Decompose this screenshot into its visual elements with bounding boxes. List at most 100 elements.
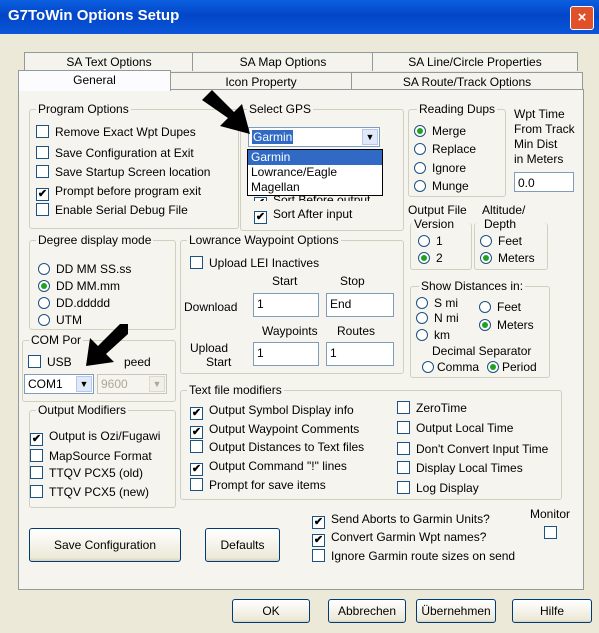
decimal-comma-radio[interactable]: Comma (422, 360, 479, 374)
defaults-button[interactable]: Defaults (205, 528, 280, 562)
save-config-at-exit-checkbox[interactable]: Save Configuration at Exit (36, 146, 194, 160)
display-local-times-checkbox[interactable]: Display Local Times (397, 461, 523, 475)
reading-dups-replace-radio[interactable]: Replace (414, 142, 476, 156)
degree-dd-radio[interactable]: DD.ddddd (38, 296, 110, 310)
mapsource-format-checkbox[interactable]: MapSource Format (30, 449, 152, 463)
ok-button[interactable]: OK (232, 599, 310, 623)
reading-dups-munge-radio[interactable]: Munge (414, 179, 469, 193)
upload-waypoints-input[interactable]: 1 (253, 342, 319, 366)
checkbox-label: Prompt before program exit (55, 184, 202, 198)
tab-sa-text-options[interactable]: SA Text Options (24, 52, 194, 71)
baud-rate-select[interactable]: 9600 ▼ (97, 374, 167, 394)
zerotime-checkbox[interactable]: ZeroTime (397, 401, 467, 415)
radio-icon (422, 361, 434, 373)
radio-icon (416, 297, 428, 309)
help-button[interactable]: Hilfe (512, 599, 592, 623)
distance-smi-radio[interactable]: S mi (416, 296, 458, 310)
altitude-feet-radio[interactable]: Feet (480, 234, 522, 248)
checkbox-label: Send Aborts to Garmin Units? (331, 512, 490, 526)
output-version-1-radio[interactable]: 1 (418, 234, 443, 248)
monitor-label: Monitor (530, 507, 571, 521)
radio-label: Feet (497, 300, 522, 314)
reading-dups-merge-radio[interactable]: Merge (414, 124, 466, 138)
gps-option-magellan[interactable]: Magellan (248, 180, 382, 195)
upload-lei-inactives-checkbox[interactable]: Upload LEI Inactives (190, 256, 319, 270)
prompt-for-save-items-checkbox[interactable]: Prompt for save items (190, 478, 326, 492)
checkbox-label: Output Waypoint Comments (209, 422, 360, 436)
radio-label: 2 (436, 251, 443, 265)
output-command-lines-checkbox[interactable]: ✔ Output Command "!" lines (190, 459, 347, 476)
enable-serial-debug-checkbox[interactable]: Enable Serial Debug File (36, 203, 188, 217)
download-start-input[interactable]: 1 (253, 293, 319, 317)
output-version-2-radio[interactable]: 2 (418, 251, 443, 265)
checkbox-label: Convert Garmin Wpt names? (331, 530, 487, 544)
tab-general[interactable]: General (18, 70, 171, 91)
distance-nmi-radio[interactable]: N mi (416, 311, 459, 325)
reading-dups-label: Reading Dups (417, 102, 498, 116)
save-configuration-button[interactable]: Save Configuration (29, 528, 181, 562)
close-icon[interactable]: × (570, 6, 594, 30)
gps-select[interactable]: Garmin ▼ (248, 127, 380, 147)
checkbox-label: Prompt for save items (209, 478, 326, 492)
degree-ddmmss-radio[interactable]: DD MM SS.ss (38, 262, 131, 276)
arrow-pointer-icon (86, 324, 128, 366)
upload-routes-input[interactable]: 1 (326, 342, 394, 366)
checkmark-icon: ✔ (312, 534, 325, 547)
degree-utm-radio[interactable]: UTM (38, 313, 82, 327)
download-stop-input[interactable]: End (326, 293, 394, 317)
checkbox-icon (30, 449, 43, 462)
radio-label: 1 (436, 234, 443, 248)
distance-meters-radio[interactable]: Meters (479, 318, 534, 332)
checkbox-icon (312, 549, 325, 562)
radio-icon (38, 297, 50, 309)
checkbox-icon (397, 461, 410, 474)
checkmark-icon: ✔ (30, 433, 43, 446)
degree-ddmm-radio[interactable]: DD MM.mm (38, 279, 120, 293)
ttqv-pcx5-old-checkbox[interactable]: TTQV PCX5 (old) (30, 466, 143, 480)
dont-convert-input-time-checkbox[interactable]: Don't Convert Input Time (397, 442, 548, 456)
checkbox-icon (36, 165, 49, 178)
sort-after-input-checkbox[interactable]: ✔ Sort After input (254, 207, 352, 224)
checkbox-icon (36, 125, 49, 138)
checkbox-icon (397, 481, 410, 494)
monitor-checkbox[interactable] (544, 526, 563, 540)
tab-sa-line-circle-properties[interactable]: SA Line/Circle Properties (372, 52, 578, 71)
prompt-before-exit-checkbox[interactable]: ✔ Prompt before program exit (36, 184, 201, 201)
save-startup-screen-location-checkbox[interactable]: Save Startup Screen location (36, 165, 210, 179)
output-symbol-display-checkbox[interactable]: ✔ Output Symbol Display info (190, 403, 354, 420)
radio-label: UTM (56, 313, 82, 327)
radio-label: N mi (434, 311, 459, 325)
remove-exact-wpt-dupes-checkbox[interactable]: Remove Exact Wpt Dupes (36, 125, 196, 139)
convert-garmin-wpt-names-checkbox[interactable]: ✔ Convert Garmin Wpt names? (312, 530, 486, 547)
send-aborts-garmin-checkbox[interactable]: ✔ Send Aborts to Garmin Units? (312, 512, 490, 529)
checkbox-icon (28, 355, 41, 368)
gps-option-lowrance[interactable]: Lowrance/Eagle (248, 165, 382, 180)
wpt-time-min-dist-input[interactable]: 0.0 (514, 172, 574, 192)
gps-option-garmin[interactable]: Garmin (248, 150, 382, 165)
output-distances-checkbox[interactable]: Output Distances to Text files (190, 440, 364, 454)
tab-sa-map-options[interactable]: SA Map Options (192, 52, 374, 71)
checkbox-icon (190, 440, 203, 453)
com-port-label: COM Por (29, 333, 84, 347)
output-ozi-fugawi-checkbox[interactable]: ✔ Output is Ozi/Fugawi (30, 429, 160, 446)
distance-feet-radio[interactable]: Feet (479, 300, 521, 314)
com-port-select[interactable]: COM1 ▼ (24, 374, 94, 394)
usb-checkbox[interactable]: USB (28, 355, 72, 369)
checkbox-label: Display Local Times (416, 461, 523, 475)
output-local-time-checkbox[interactable]: Output Local Time (397, 421, 513, 435)
apply-button[interactable]: Übernehmen (416, 599, 496, 623)
ttqv-pcx5-new-checkbox[interactable]: TTQV PCX5 (new) (30, 485, 149, 499)
checkmark-icon: ✔ (190, 407, 203, 420)
log-display-checkbox[interactable]: Log Display (397, 481, 479, 495)
radio-icon (480, 235, 492, 247)
distance-km-radio[interactable]: km (416, 328, 450, 342)
altitude-meters-radio[interactable]: Meters (480, 251, 535, 265)
radio-label: DD.ddddd (56, 296, 111, 310)
ignore-garmin-route-sizes-checkbox[interactable]: Ignore Garmin route sizes on send (312, 549, 515, 563)
cancel-button[interactable]: Abbrechen (328, 599, 406, 623)
output-waypoint-comments-checkbox[interactable]: ✔ Output Waypoint Comments (190, 422, 359, 439)
checkbox-icon (190, 478, 203, 491)
decimal-period-radio[interactable]: Period (487, 360, 537, 374)
wpt-time-label-line: Wpt Time (514, 107, 565, 121)
reading-dups-ignore-radio[interactable]: Ignore (414, 161, 466, 175)
